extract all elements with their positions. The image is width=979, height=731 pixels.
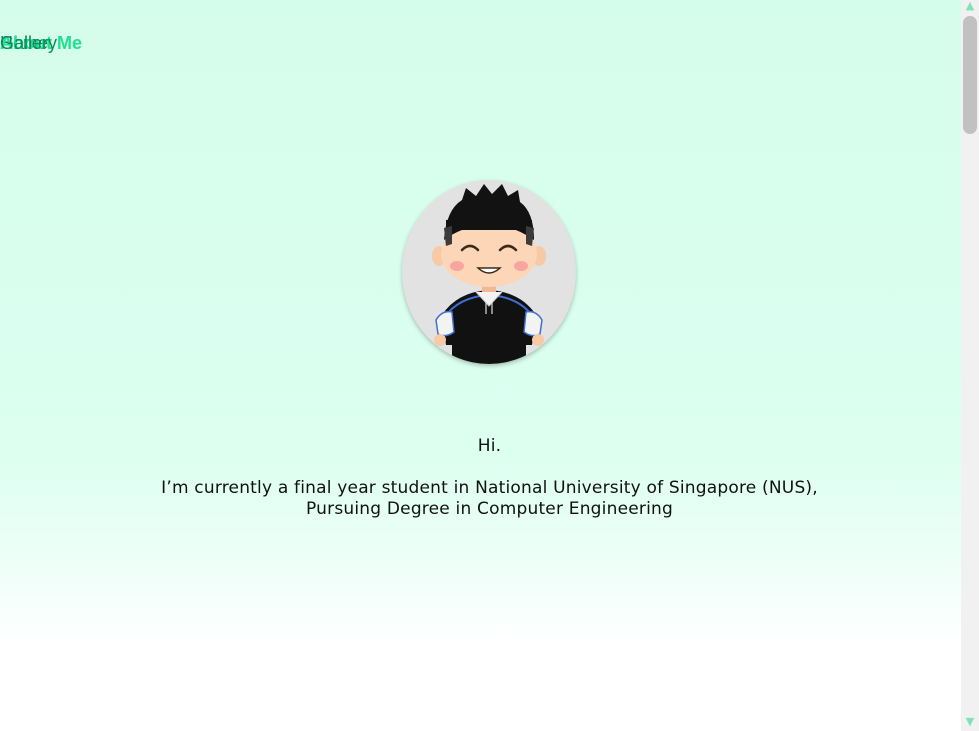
scrollbar-thumb[interactable] <box>963 16 977 134</box>
profile-avatar <box>402 180 576 364</box>
cartoon-avatar-illustration <box>432 184 546 364</box>
triangle-up-icon[interactable]: ▲ <box>964 0 976 12</box>
intro-text-line-1: I’m currently a final year student in Na… <box>161 478 818 498</box>
intro-greeting: Hi. <box>477 436 502 456</box>
triangle-down-icon[interactable]: ▼ <box>964 716 976 728</box>
vertical-scrollbar[interactable]: ▲ ▼ <box>961 0 979 731</box>
page-background: Home About Me Gallery Hi. I’m currently … <box>0 0 961 731</box>
nav-link-gallery[interactable]: Gallery <box>0 33 57 54</box>
intro-text-line-2: Pursuing Degree in Computer Engineering <box>306 499 673 519</box>
